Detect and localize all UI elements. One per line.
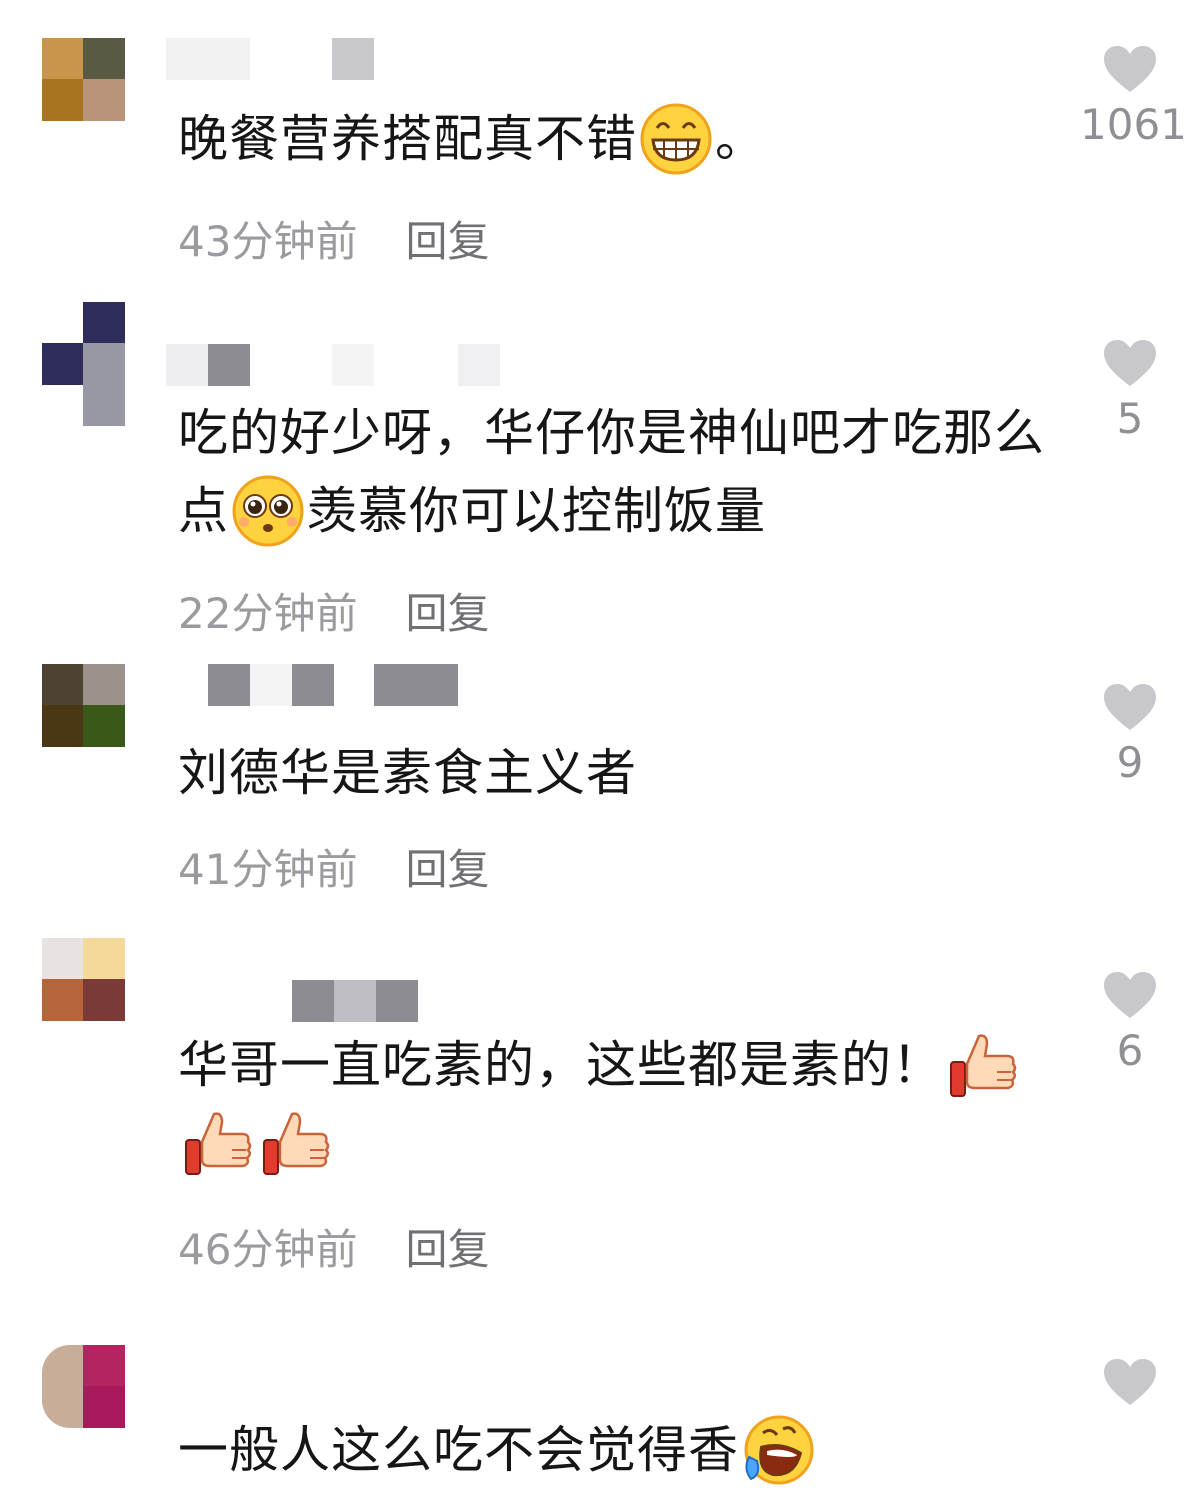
avatar-pixel	[42, 664, 84, 706]
avatar-pixel	[42, 79, 84, 121]
comment-time: 43分钟前	[178, 217, 358, 266]
rolling-laughing-face-icon	[744, 1415, 814, 1484]
comment-text: 晚餐营养搭配真不错 。	[178, 100, 1058, 178]
comment-text: 吃的好少呀，华仔你是神仙吧才吃那么点 羡慕你可以控制饭量	[178, 394, 1058, 550]
comment-text: 刘德华是素食主义者	[178, 734, 1058, 812]
like-count: 9	[1116, 738, 1144, 787]
like-count: 6	[1116, 1026, 1144, 1075]
comment-text: 一般人这么吃不会觉得香	[178, 1411, 1058, 1489]
thumbs-up-icon	[263, 1111, 330, 1175]
like-button[interactable]: 6	[1080, 970, 1180, 1076]
reply-button[interactable]: 回复	[405, 1225, 489, 1274]
avatar[interactable]	[42, 664, 125, 788]
thumbs-up-icon	[950, 1033, 1017, 1097]
avatar-pixel	[83, 705, 125, 747]
avatar[interactable]	[42, 1345, 125, 1428]
pleading-face-icon	[232, 475, 304, 546]
like-button[interactable]	[1080, 1357, 1180, 1407]
reply-button[interactable]: 回复	[405, 589, 489, 638]
avatar[interactable]	[42, 38, 125, 162]
comment-time: 22分钟前	[178, 589, 358, 638]
heart-icon	[1104, 1359, 1156, 1405]
comment-meta: 41分钟前 回复	[178, 836, 489, 897]
heart-icon	[1104, 46, 1156, 92]
avatar-pixel	[42, 343, 84, 385]
avatar-pixel	[83, 302, 125, 344]
avatar-pixel	[83, 38, 125, 80]
avatar-pixel	[83, 664, 125, 706]
thumbs-up-icon	[185, 1111, 252, 1175]
like-button[interactable]: 5	[1080, 338, 1180, 444]
avatar-pixel	[83, 343, 125, 385]
avatar-pixel	[83, 938, 125, 980]
heart-icon	[1104, 684, 1156, 730]
comment-text-main: 一般人这么吃不会觉得香	[178, 1421, 739, 1479]
comment-text-end: 。	[715, 110, 766, 168]
like-count: 5	[1116, 394, 1144, 443]
avatar-pixel	[83, 1386, 125, 1428]
like-button[interactable]: 1061	[1080, 44, 1187, 150]
like-button[interactable]: 9	[1080, 682, 1180, 788]
comment-meta: 43分钟前 回复	[178, 208, 489, 269]
comment-time: 41分钟前	[178, 845, 358, 894]
avatar-pixel	[83, 79, 125, 121]
comment-text-main: 华哥一直吃素的，这些都是素的！	[178, 1036, 943, 1094]
avatar-pixel	[42, 938, 84, 980]
comment-text-main: 晚餐营养搭配真不错	[178, 110, 637, 168]
comment-time: 46分钟前	[178, 1225, 358, 1274]
grinning-face-icon	[640, 103, 712, 174]
reply-button[interactable]: 回复	[405, 217, 489, 266]
avatar-pixel	[42, 38, 84, 80]
avatar-pixel	[42, 705, 84, 747]
avatar-pixel	[83, 979, 125, 1021]
avatar-pixel	[83, 384, 125, 426]
comment-text: 华哥一直吃素的，这些都是素的！	[178, 1026, 1068, 1182]
like-count: 1061	[1080, 100, 1187, 149]
comment-meta: 46分钟前 回复	[178, 1216, 489, 1277]
comment-meta: 22分钟前 回复	[178, 580, 489, 641]
avatar-pixel	[42, 1386, 84, 1428]
heart-icon	[1104, 972, 1156, 1018]
avatar[interactable]	[42, 938, 125, 1062]
avatar-pixel	[42, 979, 84, 1021]
avatar-pixel	[42, 1345, 84, 1387]
comment-text-main: 刘德华是素食主义者	[178, 744, 637, 802]
avatar[interactable]	[42, 302, 125, 426]
avatar-pixel	[83, 1345, 125, 1387]
heart-icon	[1104, 340, 1156, 386]
reply-button[interactable]: 回复	[405, 845, 489, 894]
comment-text-end: 羡慕你可以控制饭量	[307, 482, 766, 540]
